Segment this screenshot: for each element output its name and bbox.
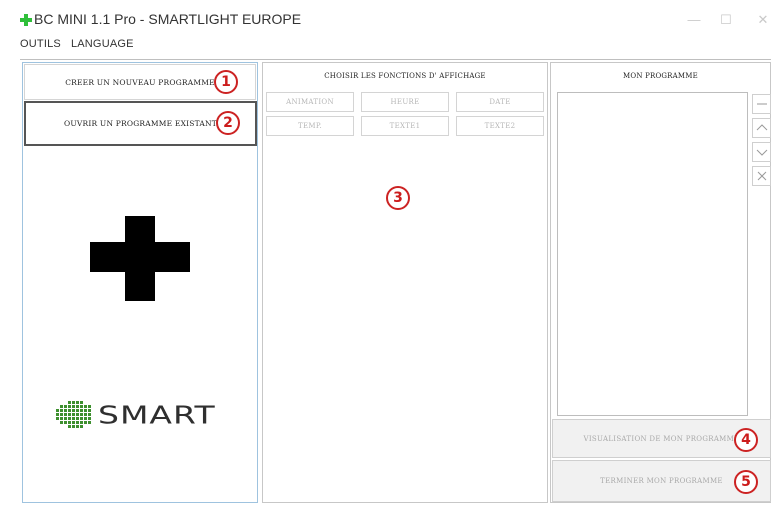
remove-step-button[interactable] xyxy=(752,94,771,114)
function-texte2-button[interactable]: TEXTE2 xyxy=(456,116,544,136)
title-bar: BC MINI 1.1 Pro - SMARTLIGHT EUROPE — ☐ … xyxy=(0,0,771,36)
function-temp-button[interactable]: TEMP. xyxy=(266,116,354,136)
function-date-button[interactable]: DATE xyxy=(456,92,544,112)
function-animation-button[interactable]: ANIMATION xyxy=(266,92,354,112)
callout-3: 3 xyxy=(386,186,410,210)
callout-4: 4 xyxy=(734,428,758,452)
close-button[interactable]: ✕ xyxy=(755,12,771,28)
menu-bar: OUTILS LANGUAGE xyxy=(20,38,134,54)
delete-step-button[interactable] xyxy=(752,166,771,186)
minus-icon xyxy=(756,103,767,105)
chevron-down-icon xyxy=(756,149,767,156)
callout-2: 2 xyxy=(216,111,240,135)
menu-outils[interactable]: OUTILS xyxy=(20,38,61,54)
smart-logo-text: SMART xyxy=(98,400,216,430)
maximize-button[interactable]: ☐ xyxy=(718,12,734,28)
window-title: BC MINI 1.1 Pro - SMARTLIGHT EUROPE xyxy=(34,11,302,27)
move-up-button[interactable] xyxy=(752,118,771,138)
smart-dot-logo-icon xyxy=(56,401,91,428)
close-icon xyxy=(757,171,766,181)
minimize-button[interactable]: — xyxy=(686,12,702,27)
callout-1: 1 xyxy=(214,70,238,94)
menu-language[interactable]: LANGUAGE xyxy=(71,38,134,54)
functions-title: CHOISIR LES FONCTIONS D' AFFICHAGE xyxy=(324,72,486,80)
finish-program-label: TERMINER MON PROGRAMME xyxy=(600,477,723,485)
open-program-label: OUVRIR UN PROGRAMME EXISTANT xyxy=(64,119,217,128)
create-program-label: CREER UN NOUVEAU PROGRAMME xyxy=(65,77,215,87)
chevron-up-icon xyxy=(756,124,767,131)
app-cross-icon xyxy=(20,14,32,26)
plus-logo-icon-bar xyxy=(90,242,190,272)
function-texte1-button[interactable]: TEXTE1 xyxy=(361,116,449,136)
function-heure-button[interactable]: HEURE xyxy=(361,92,449,112)
program-title: MON PROGRAMME xyxy=(623,72,698,80)
program-list[interactable] xyxy=(557,92,748,416)
callout-5: 5 xyxy=(734,470,758,494)
preview-program-label: VISUALISATION DE MON PROGRAMME xyxy=(583,434,740,443)
move-down-button[interactable] xyxy=(752,142,771,162)
